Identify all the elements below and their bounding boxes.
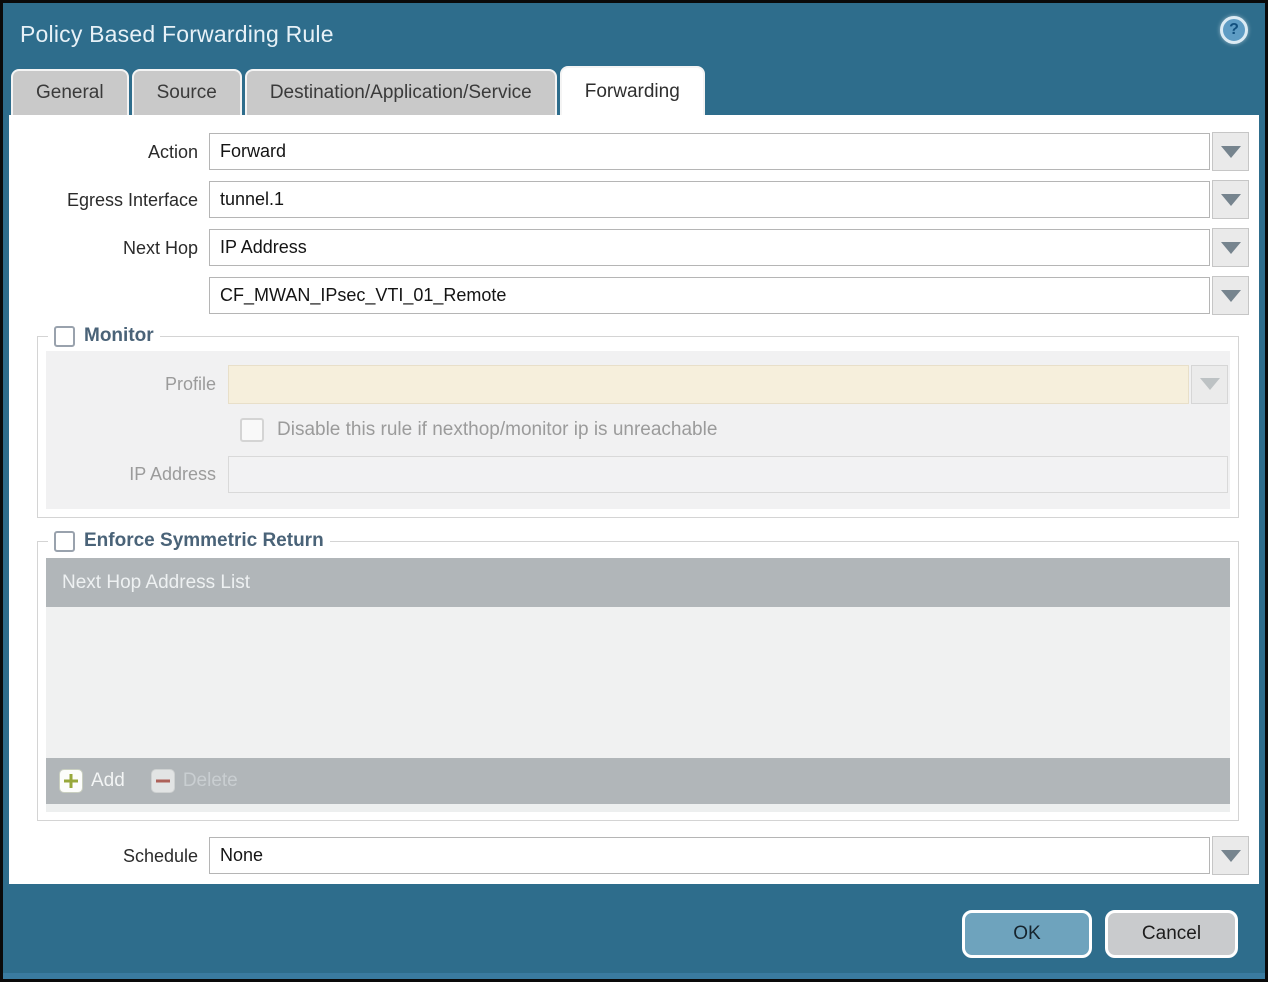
monitor-legend-label: Monitor	[84, 325, 154, 346]
delete-button: Delete	[150, 769, 238, 793]
tab-destination-application-service[interactable]: Destination/Application/Service	[244, 69, 557, 115]
tab-general[interactable]: General	[11, 69, 129, 115]
schedule-row: Schedule None	[9, 836, 1249, 875]
disable-rule-label: Disable this rule if nexthop/monitor ip …	[277, 419, 718, 440]
profile-select	[228, 365, 1189, 404]
next-hop-address-table-body[interactable]	[46, 607, 1230, 758]
tab-bar: General Source Destination/Application/S…	[3, 66, 1265, 115]
chevron-down-icon	[1199, 378, 1220, 390]
plus-icon	[59, 769, 83, 793]
profile-label: Profile	[164, 374, 216, 394]
action-label: Action	[147, 141, 198, 162]
symmetric-return-checkbox[interactable]	[54, 530, 75, 552]
disable-rule-checkbox[interactable]	[240, 418, 264, 442]
dialog-titlebar: Policy Based Forwarding Rule ?	[3, 3, 1265, 66]
window-bottom-strip	[3, 973, 1265, 979]
action-row: Action Forward	[9, 132, 1249, 171]
next-hop-type-select[interactable]: IP Address	[209, 229, 1210, 266]
action-select[interactable]: Forward	[209, 133, 1210, 170]
dialog-footer: OK Cancel	[3, 884, 1265, 973]
symmetric-return-group: Enforce Symmetric Return Next Hop Addres…	[37, 530, 1239, 821]
table-bottom-strip	[46, 804, 1230, 812]
egress-interface-label: Egress Interface	[66, 189, 198, 210]
egress-interface-select[interactable]: tunnel.1	[209, 181, 1210, 218]
next-hop-address-table-toolbar: Add Delete	[46, 758, 1230, 804]
chevron-down-icon	[1220, 289, 1241, 302]
profile-row: Profile	[46, 364, 1228, 404]
profile-dropdown-button	[1191, 364, 1228, 404]
monitor-ip-label: IP Address	[129, 464, 216, 484]
monitor-group: Monitor Profile Disable this rule if nex…	[37, 325, 1239, 518]
schedule-dropdown-button[interactable]	[1212, 836, 1249, 875]
next-hop-address-list-column-header: Next Hop Address List	[62, 571, 250, 593]
monitor-checkbox[interactable]	[54, 325, 75, 347]
next-hop-address-dropdown-button[interactable]	[1212, 276, 1249, 315]
help-icon[interactable]: ?	[1220, 16, 1248, 44]
policy-based-forwarding-dialog: Policy Based Forwarding Rule ? General S…	[0, 0, 1268, 982]
schedule-select[interactable]: None	[209, 837, 1210, 874]
next-hop-address-select[interactable]: CF_MWAN_IPsec_VTI_01_Remote	[209, 277, 1210, 314]
monitor-legend: Monitor	[48, 325, 160, 347]
action-combo: Forward	[209, 132, 1249, 171]
next-hop-address-row: CF_MWAN_IPsec_VTI_01_Remote	[9, 276, 1249, 315]
next-hop-row: Next Hop IP Address	[9, 228, 1249, 267]
next-hop-address-table-header: Next Hop Address List	[46, 558, 1230, 607]
chevron-down-icon	[1220, 241, 1241, 254]
add-button[interactable]: Add	[59, 769, 125, 793]
egress-interface-dropdown-button[interactable]	[1212, 180, 1249, 219]
minus-icon	[150, 769, 175, 793]
schedule-combo: None	[209, 836, 1249, 875]
forwarding-tab-panel: Action Forward Egress Interface tunnel.1…	[9, 115, 1259, 884]
monitor-ip-row: IP Address	[46, 456, 1228, 493]
action-dropdown-button[interactable]	[1212, 132, 1249, 171]
next-hop-address-combo: CF_MWAN_IPsec_VTI_01_Remote	[209, 276, 1249, 315]
symmetric-return-legend-label: Enforce Symmetric Return	[84, 530, 324, 551]
tab-source[interactable]: Source	[131, 69, 242, 115]
next-hop-label: Next Hop	[122, 237, 198, 258]
symmetric-return-legend: Enforce Symmetric Return	[48, 530, 330, 552]
schedule-label: Schedule	[122, 845, 198, 866]
add-button-label: Add	[91, 770, 125, 791]
chevron-down-icon	[1220, 849, 1241, 862]
egress-interface-combo: tunnel.1	[209, 180, 1249, 219]
next-hop-address-table: Next Hop Address List Add Delete	[46, 558, 1230, 812]
tab-forwarding[interactable]: Forwarding	[559, 66, 705, 115]
chevron-down-icon	[1220, 193, 1241, 206]
monitor-panel: Profile Disable this rule if nexthop/mon…	[46, 351, 1230, 509]
next-hop-dropdown-button[interactable]	[1212, 228, 1249, 267]
help-glyph: ?	[1229, 21, 1239, 38]
disable-rule-row: Disable this rule if nexthop/monitor ip …	[46, 418, 1228, 442]
cancel-button[interactable]: Cancel	[1105, 910, 1238, 958]
chevron-down-icon	[1220, 145, 1241, 158]
delete-button-label: Delete	[182, 770, 238, 791]
dialog-title: Policy Based Forwarding Rule	[20, 21, 334, 47]
next-hop-combo: IP Address	[209, 228, 1249, 267]
monitor-ip-input	[228, 456, 1228, 493]
ok-button[interactable]: OK	[962, 910, 1092, 958]
egress-interface-row: Egress Interface tunnel.1	[9, 180, 1249, 219]
